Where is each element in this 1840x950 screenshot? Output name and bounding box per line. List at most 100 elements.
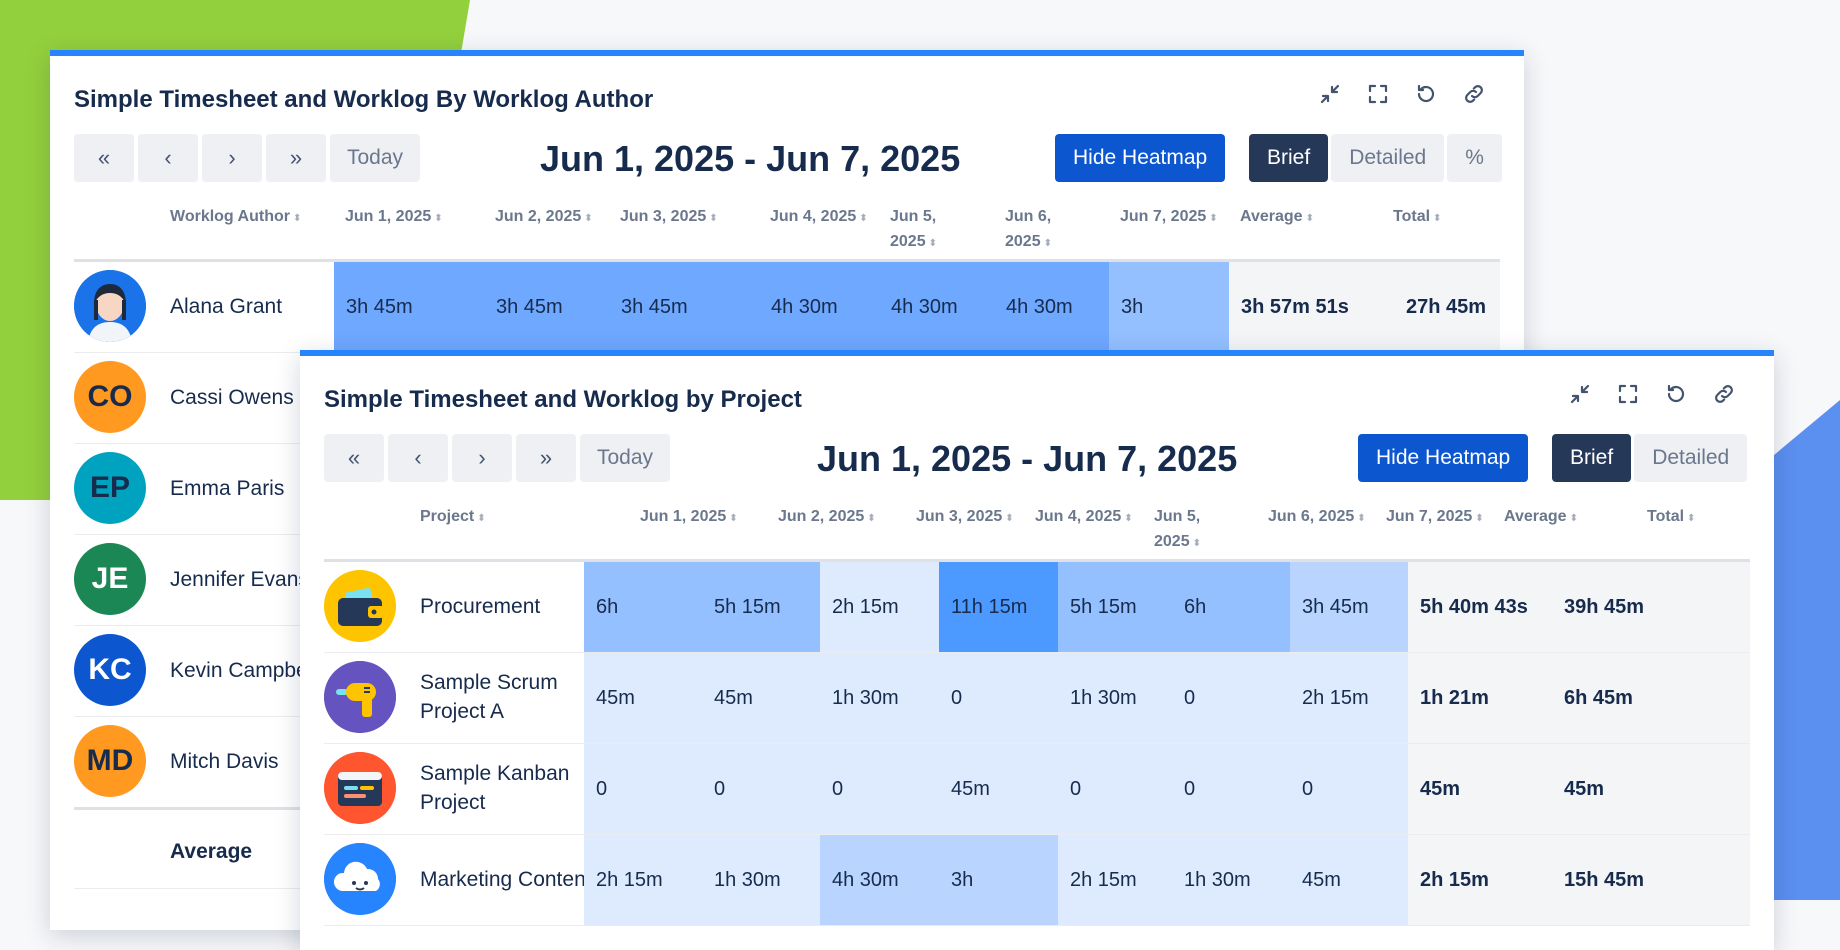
column-header-jun6[interactable]: Jun 6, 2025 ⬍ — [1268, 504, 1366, 531]
next-button[interactable]: › — [202, 134, 262, 182]
first-page-button[interactable]: « — [324, 434, 384, 482]
time-cell[interactable]: 2h 15m — [820, 562, 939, 652]
time-cell[interactable]: 5h 15m — [1058, 562, 1172, 652]
refresh-icon[interactable] — [1412, 80, 1440, 108]
previous-button[interactable]: ‹ — [388, 434, 448, 482]
last-page-button[interactable]: » — [266, 134, 326, 182]
column-header-jun1[interactable]: Jun 1, 2025 ⬍ — [640, 504, 738, 531]
time-cell[interactable]: 0 — [820, 744, 939, 834]
time-cell[interactable]: 4h 30m — [759, 262, 879, 352]
time-cell[interactable]: 0 — [702, 744, 820, 834]
time-cell[interactable]: 3h — [1109, 262, 1229, 352]
author-name[interactable]: Kevin Campbell — [170, 656, 317, 685]
next-button[interactable]: › — [452, 434, 512, 482]
avatar: KC — [74, 634, 146, 706]
detailed-button[interactable]: Detailed — [1634, 434, 1748, 482]
column-header-jun5[interactable]: Jun 5, 2025 ⬍ — [1154, 504, 1234, 556]
time-cell[interactable]: 11h 15m — [939, 562, 1058, 652]
time-cell[interactable]: 0 — [1172, 653, 1290, 743]
hide-heatmap-button[interactable]: Hide Heatmap — [1358, 434, 1529, 482]
time-cell[interactable]: 6h — [1172, 562, 1290, 652]
time-cell[interactable]: 1h 30m — [1058, 653, 1172, 743]
avatar: EP — [74, 452, 146, 524]
column-header-jun3[interactable]: Jun 3, 2025 ⬍ — [620, 204, 718, 231]
time-cell[interactable]: 2h 15m — [584, 835, 702, 925]
column-header-jun4[interactable]: Jun 4, 2025 ⬍ — [770, 204, 868, 231]
previous-button[interactable]: ‹ — [138, 134, 198, 182]
table-row: Sample Scrum Project A 45m 45m 1h 30m 0 … — [324, 653, 1750, 744]
column-header-jun5[interactable]: Jun 5, 2025 ⬍ — [890, 204, 970, 256]
time-cell[interactable]: 0 — [1290, 744, 1408, 834]
minimize-icon[interactable] — [1316, 80, 1344, 108]
column-header-jun7[interactable]: Jun 7, 2025 ⬍ — [1120, 204, 1218, 231]
project-name[interactable]: Sample Kanban Project — [420, 759, 570, 817]
minimize-icon[interactable] — [1566, 380, 1594, 408]
total-cell: 15h 45m — [1552, 835, 1750, 925]
today-button[interactable]: Today — [330, 134, 421, 182]
time-cell[interactable]: 4h 30m — [820, 835, 939, 925]
brief-button[interactable]: Brief — [1552, 434, 1632, 482]
column-header-jun7[interactable]: Jun 7, 2025 ⬍ — [1386, 504, 1484, 531]
percent-button[interactable]: % — [1447, 134, 1502, 182]
column-header-jun2[interactable]: Jun 2, 2025 ⬍ — [495, 204, 593, 231]
time-cell[interactable]: 3h — [939, 835, 1058, 925]
author-name[interactable]: Cassi Owens — [170, 383, 294, 412]
time-cell[interactable]: 5h 15m — [702, 562, 820, 652]
fullscreen-icon[interactable] — [1614, 380, 1642, 408]
time-cell[interactable]: 0 — [1172, 744, 1290, 834]
project-name[interactable]: Marketing Content — [420, 865, 592, 894]
link-icon[interactable] — [1710, 380, 1738, 408]
time-cell[interactable]: 2h 15m — [1058, 835, 1172, 925]
column-header-jun1[interactable]: Jun 1, 2025 ⬍ — [345, 204, 443, 231]
date-range-title: Jun 1, 2025 - Jun 7, 2025 — [540, 138, 961, 179]
fullscreen-icon[interactable] — [1364, 80, 1392, 108]
refresh-icon[interactable] — [1662, 380, 1690, 408]
project-name[interactable]: Sample Scrum Project A — [420, 668, 570, 726]
link-icon[interactable] — [1460, 80, 1488, 108]
brief-button[interactable]: Brief — [1249, 134, 1329, 182]
time-cell[interactable]: 45m — [584, 653, 702, 743]
time-cell[interactable]: 1h 30m — [702, 835, 820, 925]
author-name[interactable]: Jennifer Evans — [170, 565, 309, 594]
average-cell: 5h 40m 43s — [1408, 562, 1552, 652]
column-header-jun2[interactable]: Jun 2, 2025 ⬍ — [778, 504, 876, 531]
column-header-average[interactable]: Average ⬍ — [1240, 204, 1314, 231]
hair-dryer-icon — [324, 661, 396, 733]
last-page-button[interactable]: » — [516, 434, 576, 482]
time-cell[interactable]: 4h 30m — [879, 262, 994, 352]
time-cell[interactable]: 3h 45m — [609, 262, 759, 352]
column-header-author[interactable]: Worklog Author ⬍ — [170, 204, 301, 231]
author-name[interactable]: Emma Paris — [170, 474, 284, 503]
column-header-jun3[interactable]: Jun 3, 2025 ⬍ — [916, 504, 1014, 531]
time-cell[interactable]: 45m — [702, 653, 820, 743]
time-cell[interactable]: 3h 45m — [1290, 562, 1408, 652]
total-cell: 27h 45m — [1394, 262, 1500, 352]
author-name[interactable]: Alana Grant — [170, 292, 282, 321]
detailed-button[interactable]: Detailed — [1331, 134, 1445, 182]
average-cell: 2h 15m — [1408, 835, 1552, 925]
project-name[interactable]: Procurement — [420, 592, 540, 621]
time-cell[interactable]: 3h 45m — [484, 262, 609, 352]
time-cell[interactable]: 1h 30m — [820, 653, 939, 743]
column-header-total[interactable]: Total ⬍ — [1647, 504, 1695, 531]
column-header-project[interactable]: Project ⬍ — [420, 504, 486, 531]
time-cell[interactable]: 0 — [584, 744, 702, 834]
time-cell[interactable]: 45m — [1290, 835, 1408, 925]
first-page-button[interactable]: « — [74, 134, 134, 182]
time-cell[interactable]: 45m — [939, 744, 1058, 834]
author-name[interactable]: Mitch Davis — [170, 747, 279, 776]
time-cell[interactable]: 1h 30m — [1172, 835, 1290, 925]
time-cell[interactable]: 0 — [1058, 744, 1172, 834]
table-row: Procurement 6h 5h 15m 2h 15m 11h 15m 5h … — [324, 562, 1750, 653]
today-button[interactable]: Today — [580, 434, 671, 482]
hide-heatmap-button[interactable]: Hide Heatmap — [1055, 134, 1226, 182]
column-header-average[interactable]: Average ⬍ — [1504, 504, 1578, 531]
time-cell[interactable]: 0 — [939, 653, 1058, 743]
column-header-jun4[interactable]: Jun 4, 2025 ⬍ — [1035, 504, 1133, 531]
time-cell[interactable]: 4h 30m — [994, 262, 1109, 352]
time-cell[interactable]: 3h 45m — [334, 262, 484, 352]
time-cell[interactable]: 2h 15m — [1290, 653, 1408, 743]
time-cell[interactable]: 6h — [584, 562, 702, 652]
column-header-jun6[interactable]: Jun 6, 2025 ⬍ — [1005, 204, 1085, 256]
column-header-total[interactable]: Total ⬍ — [1393, 204, 1441, 231]
